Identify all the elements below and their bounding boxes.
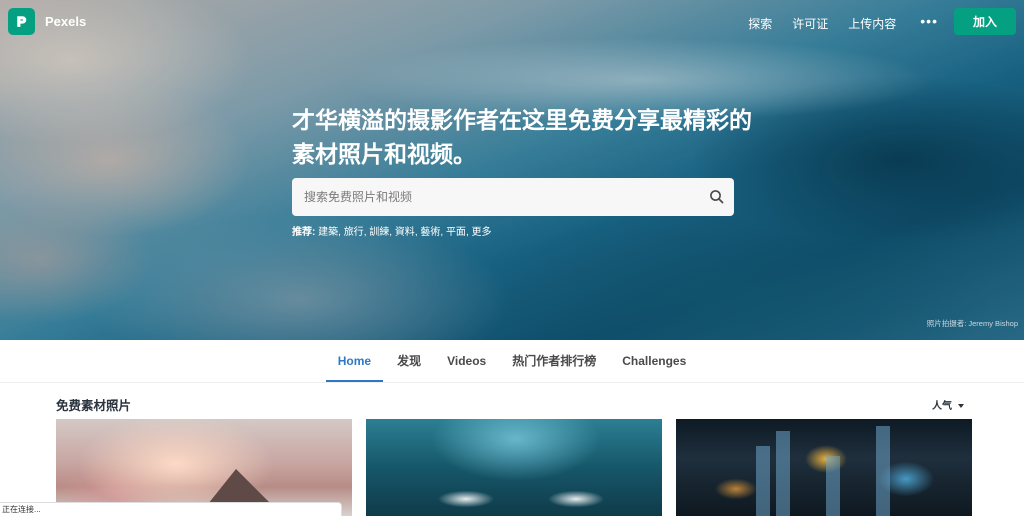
suggest-label: 推荐: [292, 227, 316, 238]
suggested-searches: 推荐: 建築, 旅行, 訓練, 資料, 藝術, 平面, 更多 [292, 227, 492, 238]
search-bar [292, 178, 734, 216]
section-title: 免费素材照片 [56, 399, 132, 413]
credit-author-link[interactable]: Jeremy Bishop [968, 319, 1018, 328]
tab-discover[interactable]: 发现 [385, 340, 433, 380]
suggest-link[interactable]: 資料 [395, 227, 415, 238]
search-icon[interactable] [708, 188, 726, 206]
caret-down-icon [958, 404, 964, 409]
photo-building [776, 431, 790, 516]
section-tabs: Home 发现 Videos 热门作者排行榜 Challenges [0, 340, 1024, 383]
photo-card[interactable] [676, 419, 972, 516]
search-input[interactable] [292, 178, 692, 216]
browser-status-bar: 正在连接... [0, 502, 342, 516]
pexels-logo-icon[interactable] [8, 8, 35, 35]
top-navbar: Pexels 探索 许可证 上传内容 ••• 加入 [8, 8, 1016, 36]
tab-home[interactable]: Home [325, 340, 384, 382]
nav-license[interactable]: 许可证 [792, 15, 828, 32]
credit-label: 照片拍摄者: [926, 319, 967, 328]
nav-links: 探索 许可证 上传内容 ••• [748, 13, 938, 32]
nav-explore[interactable]: 探索 [748, 15, 772, 32]
tab-challenges[interactable]: Challenges [610, 340, 698, 380]
sort-label: 人气 [932, 401, 952, 412]
suggest-link[interactable]: 旅行 [344, 227, 364, 238]
photo-building [876, 426, 890, 516]
suggest-link[interactable]: 訓練 [369, 227, 389, 238]
hero-headline: 才华横溢的摄影作者在这里免费分享最精彩的素材照片和视频。 [292, 107, 752, 167]
photo-card[interactable] [366, 419, 662, 516]
photo-credit: 照片拍摄者: Jeremy Bishop [927, 318, 1018, 329]
sort-dropdown[interactable]: 人气 [932, 397, 964, 412]
logo-text[interactable]: Pexels [45, 14, 86, 29]
nav-upload[interactable]: 上传内容 [848, 15, 896, 32]
join-button[interactable]: 加入 [954, 8, 1016, 35]
more-menu-icon[interactable]: ••• [920, 13, 938, 32]
photo-building [826, 456, 840, 516]
suggest-link[interactable]: 藝術 [420, 227, 440, 238]
tab-videos[interactable]: Videos [435, 340, 498, 380]
suggest-link[interactable]: 平面 [446, 227, 466, 238]
suggest-link-more[interactable]: 更多 [472, 227, 492, 238]
tab-leaderboard[interactable]: 热门作者排行榜 [500, 340, 608, 380]
hero-banner: Pexels 探索 许可证 上传内容 ••• 加入 才华横溢的摄影作者在这里免费… [0, 0, 1024, 340]
photo-building [756, 446, 770, 516]
suggest-link[interactable]: 建築 [318, 227, 338, 238]
